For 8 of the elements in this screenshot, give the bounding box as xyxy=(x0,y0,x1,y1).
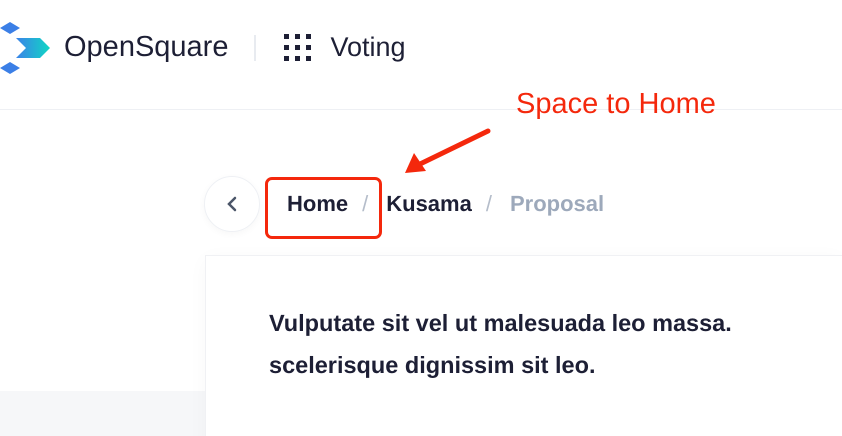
proposal-title: Vulputate sit vel ut malesuada leo massa. scelerisque dignissim sit leo. xyxy=(269,309,733,380)
breadcrumb-separator: / xyxy=(486,191,492,217)
breadcrumb-separator: / xyxy=(362,191,368,217)
breadcrumb-link[interactable]: Kusama xyxy=(386,191,472,217)
brand-name: OpenSquare xyxy=(64,31,228,64)
breadcrumb-link[interactable]: Home xyxy=(287,191,348,217)
annotation-label: Space to Home xyxy=(516,88,716,121)
app-name: Voting xyxy=(330,32,406,63)
